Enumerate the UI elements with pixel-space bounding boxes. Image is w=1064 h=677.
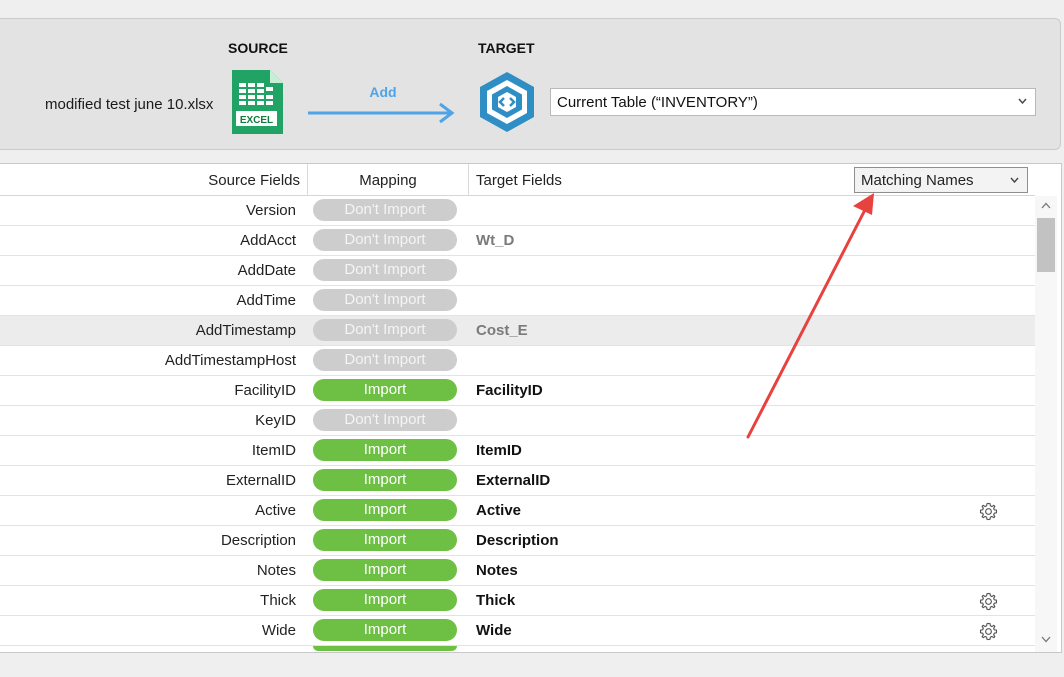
table-row[interactable]: Thick Import Thick <box>0 586 1035 616</box>
table-row[interactable]: Description Import Description <box>0 526 1035 556</box>
source-field-name: KeyID <box>255 412 296 429</box>
source-field-name: ExternalID <box>225 472 296 489</box>
column-header-source-fields[interactable]: Source Fields <box>0 164 300 195</box>
table-row[interactable]: AddTime Don't Import <box>0 286 1035 316</box>
dont-import-toggle-button[interactable]: Don't Import <box>313 349 457 371</box>
dont-import-toggle-button[interactable]: Don't Import <box>313 409 457 431</box>
source-field-name: Wide <box>261 622 296 639</box>
dont-import-toggle-button[interactable]: Don't Import <box>313 259 457 281</box>
table-row[interactable] <box>0 646 1035 652</box>
dont-import-toggle-button[interactable]: Don't Import <box>313 229 457 251</box>
source-field-name: AddTime <box>236 292 296 309</box>
dont-import-toggle-button[interactable]: Don't Import <box>313 319 457 341</box>
import-toggle-button[interactable]: Import <box>313 529 457 551</box>
table-row[interactable]: FacilityID Import FacilityID <box>0 376 1035 406</box>
source-field-name: AddTimestamp <box>195 322 296 339</box>
scrollbar-thumb[interactable] <box>1037 218 1055 272</box>
table-row[interactable]: Wide Import Wide <box>0 616 1035 646</box>
vertical-scrollbar[interactable] <box>1035 196 1057 652</box>
table-row[interactable]: Active Import Active <box>0 496 1035 526</box>
source-title: SOURCE <box>228 40 288 56</box>
target-field-name[interactable]: Thick <box>476 586 515 616</box>
import-toggle-button[interactable] <box>313 646 457 651</box>
target-table-value: Current Table (“INVENTORY”) <box>557 94 758 111</box>
gear-icon[interactable] <box>979 502 998 521</box>
filemaker-app-icon <box>480 72 534 132</box>
import-toggle-button[interactable]: Import <box>313 439 457 461</box>
table-row[interactable]: AddDate Don't Import <box>0 256 1035 286</box>
chevron-down-icon <box>1018 98 1027 104</box>
import-toggle-button[interactable]: Import <box>313 619 457 641</box>
source-field-name: Thick <box>260 592 296 609</box>
source-field-name: AddAcct <box>240 232 296 249</box>
target-field-name[interactable]: Description <box>476 526 559 556</box>
target-field-name[interactable]: ExternalID <box>476 466 550 496</box>
filter-value: Matching Names <box>861 172 974 189</box>
source-field-name: AddTimestampHost <box>164 352 296 369</box>
source-field-name: Notes <box>256 562 296 579</box>
gear-icon[interactable] <box>979 622 998 641</box>
table-row[interactable]: Notes Import Notes <box>0 556 1035 586</box>
column-header-mapping[interactable]: Mapping <box>307 164 469 195</box>
table-header: Source Fields Mapping Target Fields Matc… <box>0 164 1035 196</box>
table-row[interactable]: AddTimestamp Don't Import Cost_E <box>0 316 1035 346</box>
source-field-name: FacilityID <box>234 382 296 399</box>
target-field-name[interactable]: Notes <box>476 556 518 586</box>
scroll-up-icon[interactable] <box>1041 202 1051 209</box>
source-filename: modified test june 10.xlsx <box>45 96 214 113</box>
scroll-down-icon[interactable] <box>1041 636 1051 643</box>
source-field-name: AddDate <box>237 262 296 279</box>
excel-icon-label: EXCEL <box>240 115 273 126</box>
target-field-name[interactable]: Cost_E <box>476 316 528 346</box>
import-toggle-button[interactable]: Import <box>313 499 457 521</box>
target-title: TARGET <box>478 40 535 56</box>
mapping-rows: Version Don't Import AddAcct Don't Import Wt… <box>0 196 1035 652</box>
table-row[interactable]: KeyID Don't Import <box>0 406 1035 436</box>
import-toggle-button[interactable]: Import <box>313 469 457 491</box>
target-field-name[interactable]: Wide <box>476 616 512 646</box>
import-toggle-button[interactable]: Import <box>313 589 457 611</box>
field-mapping-table: Source Fields Mapping Target Fields Matc… <box>0 163 1062 653</box>
source-field-name: ItemID <box>251 442 296 459</box>
arrow-right-icon <box>308 102 455 124</box>
table-row[interactable]: ExternalID Import ExternalID <box>0 466 1035 496</box>
dont-import-toggle-button[interactable]: Don't Import <box>313 199 457 221</box>
source-field-name: Version <box>245 202 296 219</box>
table-row[interactable]: ItemID Import ItemID <box>0 436 1035 466</box>
import-toggle-button[interactable]: Import <box>313 379 457 401</box>
target-fields-filter-select[interactable]: Matching Names <box>854 167 1028 193</box>
target-field-name[interactable]: FacilityID <box>476 376 543 406</box>
import-action-label[interactable]: Add <box>356 84 410 100</box>
target-table-select[interactable]: Current Table (“INVENTORY”) <box>550 88 1036 116</box>
source-field-name: Active <box>255 502 296 519</box>
source-field-name: Description <box>220 532 296 549</box>
chevron-down-icon <box>1010 177 1019 183</box>
import-toggle-button[interactable]: Import <box>313 559 457 581</box>
table-row[interactable]: AddAcct Don't Import Wt_D <box>0 226 1035 256</box>
gear-icon[interactable] <box>979 592 998 611</box>
target-field-name[interactable]: ItemID <box>476 436 522 466</box>
table-row[interactable]: Version Don't Import <box>0 196 1035 226</box>
excel-file-icon: EXCEL <box>232 70 283 134</box>
target-field-name[interactable]: Wt_D <box>476 226 514 256</box>
table-row[interactable]: AddTimestampHost Don't Import <box>0 346 1035 376</box>
target-field-name[interactable]: Active <box>476 496 521 526</box>
column-header-target-fields[interactable]: Target Fields <box>476 164 562 195</box>
dont-import-toggle-button[interactable]: Don't Import <box>313 289 457 311</box>
